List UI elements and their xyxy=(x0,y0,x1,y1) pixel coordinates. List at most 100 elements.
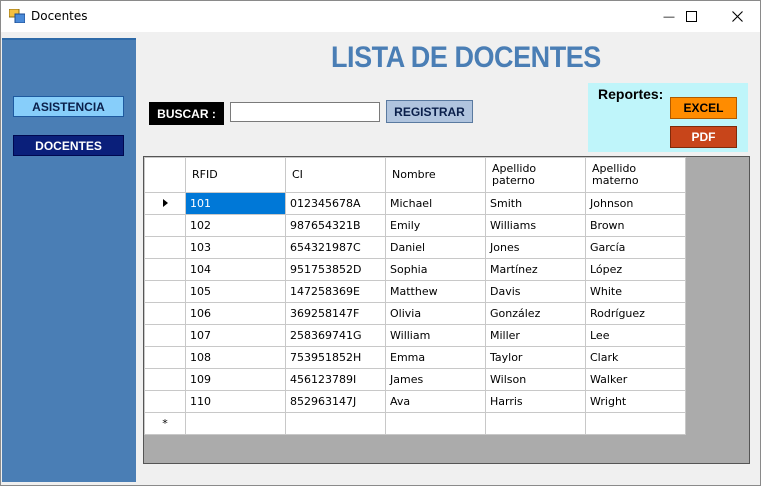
search-label: BUSCAR : xyxy=(149,102,224,125)
table-cell[interactable]: 012345678A xyxy=(285,192,386,215)
table-row[interactable]: 109 456123789I James Wilson Walker xyxy=(144,368,686,391)
table-cell[interactable]: 987654321B xyxy=(285,214,386,237)
table-cell[interactable]: 110 xyxy=(185,390,286,413)
table-cell[interactable]: Williams xyxy=(485,214,586,237)
new-row-cell[interactable] xyxy=(285,412,386,435)
docentes-window: Docentes — ASISTENCIA DOCENTES LISTA DE … xyxy=(0,0,761,486)
table-row[interactable]: 102 987654321B Emily Williams Brown xyxy=(144,214,686,237)
table-cell[interactable]: Daniel xyxy=(385,236,486,259)
table-cell[interactable]: 951753852D xyxy=(285,258,386,281)
table-cell[interactable]: 456123789I xyxy=(285,368,386,391)
table-cell[interactable]: 258369741G xyxy=(285,324,386,347)
table-cell[interactable]: Sophia xyxy=(385,258,486,281)
table-cell[interactable]: William xyxy=(385,324,486,347)
pdf-button[interactable]: PDF xyxy=(670,126,737,148)
table-cell[interactable]: Clark xyxy=(585,346,686,369)
table-cell[interactable]: 852963147J xyxy=(285,390,386,413)
table-cell[interactable]: Rodríguez xyxy=(585,302,686,325)
table-row[interactable]: 101 012345678A Michael Smith Johnson xyxy=(144,192,686,215)
maximize-button[interactable] xyxy=(668,1,714,32)
maximize-icon xyxy=(685,11,697,22)
excel-button[interactable]: EXCEL xyxy=(670,97,737,119)
table-cell[interactable]: 753951852H xyxy=(285,346,386,369)
row-header[interactable] xyxy=(144,346,186,369)
registrar-button[interactable]: REGISTRAR xyxy=(386,100,473,123)
new-row-cell[interactable] xyxy=(585,412,686,435)
asistencia-button[interactable]: ASISTENCIA xyxy=(13,96,124,117)
table-cell[interactable]: Wilson xyxy=(485,368,586,391)
table-row[interactable]: 107 258369741G William Miller Lee xyxy=(144,324,686,347)
new-row-cell[interactable] xyxy=(485,412,586,435)
table-cell[interactable]: 105 xyxy=(185,280,286,303)
current-row-arrow-icon xyxy=(162,199,168,207)
table-cell[interactable]: White xyxy=(585,280,686,303)
docentes-grid[interactable]: RFID CI Nombre Apellido paterno Apellido… xyxy=(143,156,750,464)
row-header[interactable] xyxy=(144,214,186,237)
table-cell[interactable]: Jones xyxy=(485,236,586,259)
table-cell[interactable]: 369258147F xyxy=(285,302,386,325)
table-cell[interactable]: 109 xyxy=(185,368,286,391)
table-cell[interactable]: 108 xyxy=(185,346,286,369)
page-title: LISTA DE DOCENTES xyxy=(331,41,601,74)
table-cell[interactable]: Walker xyxy=(585,368,686,391)
table-row[interactable]: 106 369258147F Olivia González Rodríguez xyxy=(144,302,686,325)
table-cell[interactable]: 107 xyxy=(185,324,286,347)
table-cell[interactable]: Johnson xyxy=(585,192,686,215)
table-cell[interactable]: 103 xyxy=(185,236,286,259)
table-cell[interactable]: 654321987C xyxy=(285,236,386,259)
app-icon xyxy=(9,9,25,23)
table-row[interactable]: 108 753951852H Emma Taylor Clark xyxy=(144,346,686,369)
row-header[interactable] xyxy=(144,390,186,413)
new-row-cell[interactable] xyxy=(185,412,286,435)
table-cell[interactable]: Emily xyxy=(385,214,486,237)
table-cell[interactable]: James xyxy=(385,368,486,391)
table-cell[interactable]: Matthew xyxy=(385,280,486,303)
column-header-rfid[interactable]: RFID xyxy=(185,157,286,193)
row-header[interactable] xyxy=(144,302,186,325)
table-row[interactable]: 103 654321987C Daniel Jones García xyxy=(144,236,686,259)
row-header[interactable] xyxy=(144,236,186,259)
table-cell[interactable]: López xyxy=(585,258,686,281)
table-cell[interactable]: 101 xyxy=(185,192,286,215)
close-button[interactable] xyxy=(714,1,760,32)
column-header-apellido-materno[interactable]: Apellido materno xyxy=(585,157,686,193)
column-header-apellido-paterno[interactable]: Apellido paterno xyxy=(485,157,586,193)
table-cell[interactable]: 106 xyxy=(185,302,286,325)
table-cell[interactable]: Michael xyxy=(385,192,486,215)
column-header-ci[interactable]: CI xyxy=(285,157,386,193)
table-cell[interactable]: Ava xyxy=(385,390,486,413)
table-cell[interactable]: Olivia xyxy=(385,302,486,325)
table-cell[interactable]: 102 xyxy=(185,214,286,237)
new-row-cell[interactable] xyxy=(385,412,486,435)
title-bar: Docentes — xyxy=(1,1,760,32)
new-row[interactable]: * xyxy=(144,412,686,435)
row-header[interactable] xyxy=(144,324,186,347)
table-cell[interactable]: Emma xyxy=(385,346,486,369)
table-cell[interactable]: Miller xyxy=(485,324,586,347)
table-cell[interactable]: Martínez xyxy=(485,258,586,281)
table-cell[interactable]: González xyxy=(485,302,586,325)
table-cell[interactable]: Lee xyxy=(585,324,686,347)
new-row-marker: * xyxy=(144,412,186,435)
table-row[interactable]: 105 147258369E Matthew Davis White xyxy=(144,280,686,303)
row-header[interactable] xyxy=(144,192,186,215)
table-cell[interactable]: Davis xyxy=(485,280,586,303)
column-header-nombre[interactable]: Nombre xyxy=(385,157,486,193)
table-header-row: RFID CI Nombre Apellido paterno Apellido… xyxy=(144,157,686,193)
search-input[interactable] xyxy=(230,102,380,122)
table-cell[interactable]: Harris xyxy=(485,390,586,413)
table-cell[interactable]: Wright xyxy=(585,390,686,413)
docentes-button[interactable]: DOCENTES xyxy=(13,135,124,156)
table-cell[interactable]: Brown xyxy=(585,214,686,237)
row-header[interactable] xyxy=(144,258,186,281)
reportes-label: Reportes: xyxy=(598,86,664,102)
table-cell[interactable]: 104 xyxy=(185,258,286,281)
row-header[interactable] xyxy=(144,368,186,391)
row-header[interactable] xyxy=(144,280,186,303)
table-row[interactable]: 110 852963147J Ava Harris Wright xyxy=(144,390,686,413)
table-cell[interactable]: 147258369E xyxy=(285,280,386,303)
table-cell[interactable]: Taylor xyxy=(485,346,586,369)
table-cell[interactable]: Smith xyxy=(485,192,586,215)
table-cell[interactable]: García xyxy=(585,236,686,259)
table-row[interactable]: 104 951753852D Sophia Martínez López xyxy=(144,258,686,281)
